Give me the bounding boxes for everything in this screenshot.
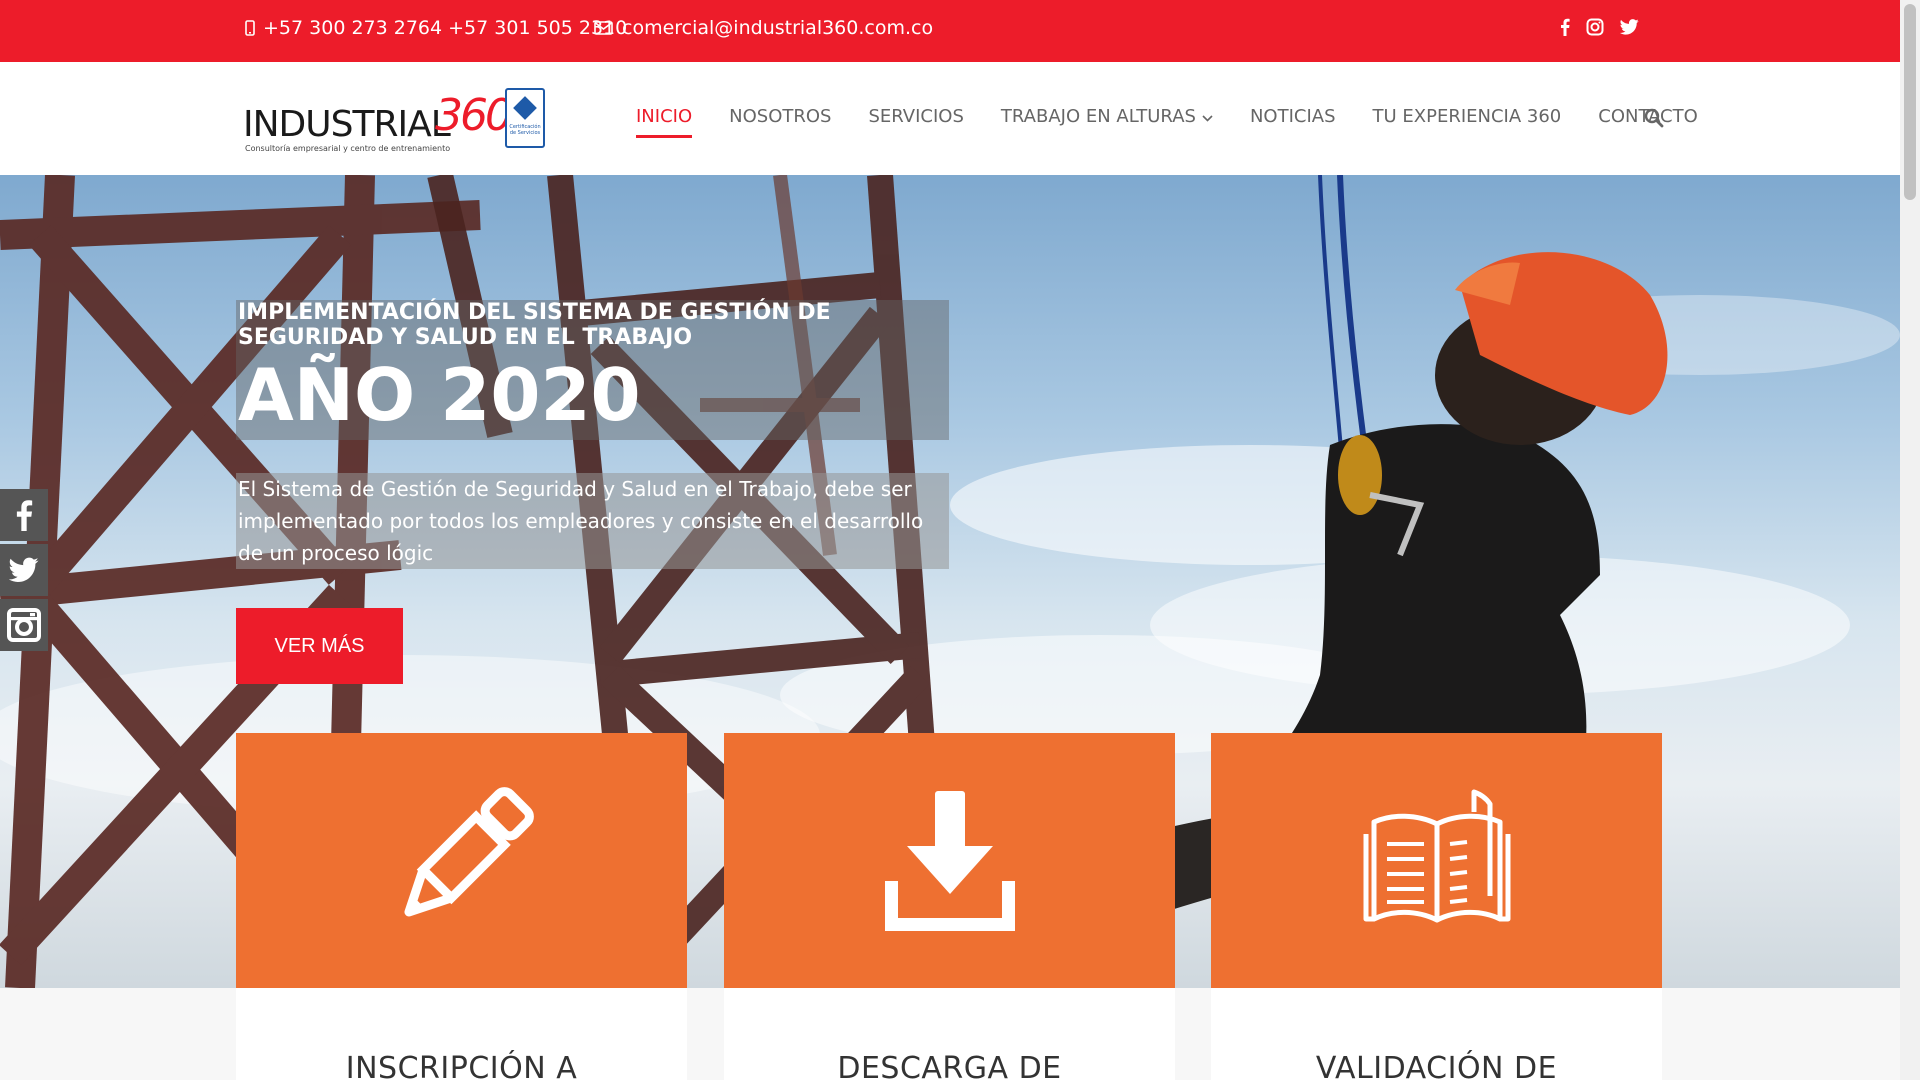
card-title: INSCRIPCIÓN A xyxy=(236,988,687,1080)
email-text: comercial@industrial360.com.co xyxy=(622,17,934,39)
ver-mas-button[interactable]: VER MÁS xyxy=(236,608,403,684)
page-scrollbar[interactable] xyxy=(1900,0,1920,1080)
card-validacion[interactable]: VALIDACIÓN DE xyxy=(1211,733,1662,1080)
instagram-icon[interactable] xyxy=(1586,18,1604,36)
certification-badge: Certificación de Servicios xyxy=(505,88,545,148)
top-bar: +57 300 273 2764 +57 301 505 2310 comerc… xyxy=(0,0,1900,62)
logo-number: 360 xyxy=(435,90,513,141)
twitter-icon[interactable] xyxy=(1620,19,1639,35)
hero-subtitle: IMPLEMENTACIÓN DEL SISTEMA DE GESTIÓN DE… xyxy=(236,300,949,350)
nav-item-noticias[interactable]: NOTICIAS xyxy=(1250,106,1336,127)
download-icon xyxy=(881,786,1018,935)
logo-tagline: Consultoría empresarial y centro de entr… xyxy=(245,144,451,153)
site-logo[interactable]: INDUSTRIAL 360 Consultoría empresarial y… xyxy=(243,84,548,159)
book-icon xyxy=(1362,784,1512,938)
card-descarga[interactable]: DESCARGA DE xyxy=(724,733,1175,1080)
phone-contact[interactable]: +57 300 273 2764 +57 301 505 2310 xyxy=(245,17,627,39)
facebook-icon[interactable] xyxy=(0,489,48,541)
facebook-icon[interactable] xyxy=(1560,18,1570,36)
card-title: DESCARGA DE xyxy=(724,988,1175,1080)
chevron-down-icon xyxy=(1202,106,1213,127)
card-icon-area xyxy=(1211,733,1662,988)
twitter-icon[interactable] xyxy=(0,544,48,596)
nav-item-inicio[interactable]: INICIO xyxy=(636,106,693,138)
pencil-icon xyxy=(387,784,537,938)
nav-item-servicios[interactable]: SERVICIOS xyxy=(868,106,963,127)
nav-item-nosotros[interactable]: NOSOTROS xyxy=(729,106,831,127)
site-header: INDUSTRIAL 360 Consultoría empresarial y… xyxy=(0,62,1900,175)
phone-text: +57 300 273 2764 +57 301 505 2310 xyxy=(263,17,628,39)
hero-caption: IMPLEMENTACIÓN DEL SISTEMA DE GESTIÓN DE… xyxy=(236,300,949,569)
nav-item-label: TRABAJO EN ALTURAS xyxy=(1000,106,1196,127)
cert-text: Certificación de Servicios xyxy=(509,124,541,136)
hero-description: El Sistema de Gestión de Seguridad y Sal… xyxy=(236,473,949,569)
email-contact[interactable]: comercial@industrial360.com.co xyxy=(594,17,933,39)
main-nav: INICIO NOSOTROS SERVICIOS TRABAJO EN ALT… xyxy=(636,106,1735,138)
card-inscripcion[interactable]: INSCRIPCIÓN A xyxy=(236,733,687,1080)
card-title: VALIDACIÓN DE xyxy=(1211,988,1662,1080)
mobile-phone-icon xyxy=(245,20,255,36)
top-social-links xyxy=(1560,18,1639,36)
side-social-bar xyxy=(0,489,48,654)
nav-item-trabajo-en-alturas[interactable]: TRABAJO EN ALTURAS xyxy=(1001,106,1213,127)
nav-item-tu-experiencia-360[interactable]: TU EXPERIENCIA 360 xyxy=(1373,106,1562,127)
search-icon[interactable] xyxy=(1644,108,1664,132)
hero-title: AÑO 2020 xyxy=(236,350,949,440)
envelope-icon xyxy=(594,21,613,35)
logo-word: INDUSTRIAL xyxy=(243,104,451,145)
instagram-icon[interactable] xyxy=(0,599,48,651)
card-icon-area xyxy=(236,733,687,988)
scrollbar-thumb[interactable] xyxy=(1904,4,1916,200)
card-icon-area xyxy=(724,733,1175,988)
